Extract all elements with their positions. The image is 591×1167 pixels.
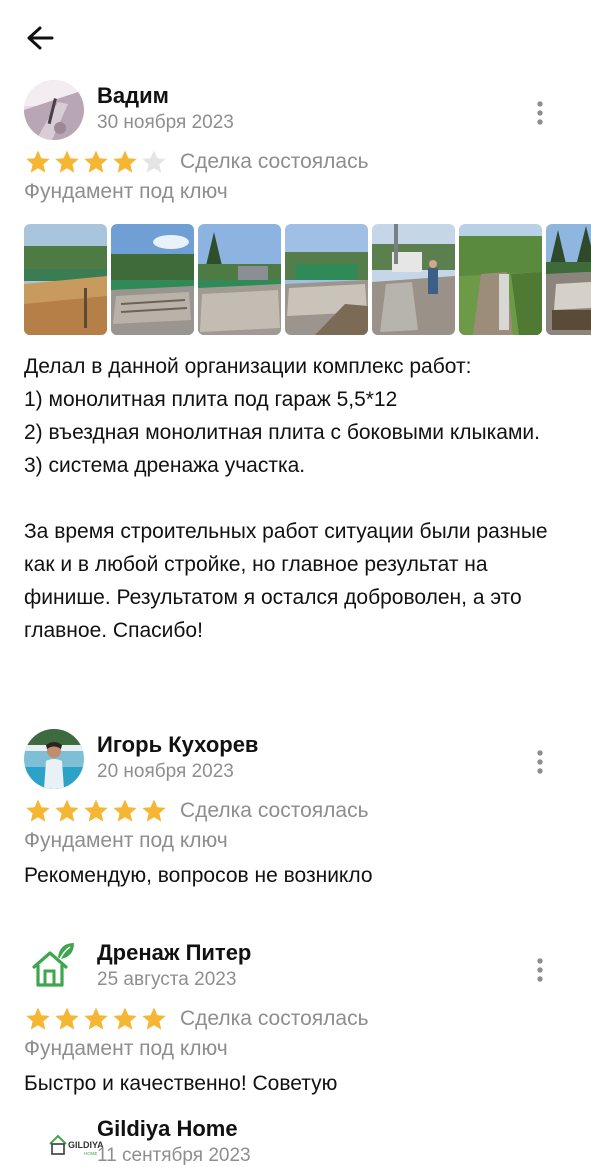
review-date: 20 ноября 2023	[97, 761, 234, 782]
star-filled-icon	[26, 150, 50, 173]
service-name: Фундамент под ключ	[24, 829, 228, 852]
avatar[interactable]	[24, 80, 84, 140]
deal-status: Сделка состоялась	[180, 150, 369, 173]
review-photo[interactable]	[198, 224, 281, 335]
author-name[interactable]: Игорь Кухорев	[97, 732, 258, 758]
photo-gallery[interactable]	[24, 224, 591, 335]
review-photo[interactable]	[24, 224, 107, 335]
star-filled-icon	[55, 1007, 79, 1030]
review-photo[interactable]	[546, 224, 591, 335]
arrow-left-icon	[27, 26, 54, 50]
more-vertical-icon	[537, 750, 543, 774]
deal-status: Сделка состоялась	[180, 1007, 369, 1030]
author-name[interactable]: Gildiya Home	[97, 1116, 238, 1142]
author-name[interactable]: Дренаж Питер	[97, 940, 251, 966]
star-filled-icon	[55, 150, 79, 173]
review-date: 25 августа 2023	[97, 969, 237, 990]
star-filled-icon	[142, 799, 166, 822]
rating-row: Сделка состоялась	[24, 148, 369, 176]
star-filled-icon	[113, 1007, 137, 1030]
star-filled-icon	[26, 799, 50, 822]
review-photo[interactable]	[459, 224, 542, 335]
more-options-button[interactable]	[523, 96, 557, 130]
avatar[interactable]	[24, 729, 84, 789]
star-filled-icon	[113, 799, 137, 822]
review-date: 30 ноября 2023	[97, 112, 234, 133]
star-filled-icon	[84, 799, 108, 822]
star-filled-icon	[113, 150, 137, 173]
service-name: Фундамент под ключ	[24, 1037, 228, 1060]
star-filled-icon	[142, 1007, 166, 1030]
review-photo[interactable]	[372, 224, 455, 335]
more-options-button[interactable]	[523, 745, 557, 779]
star-rating	[24, 148, 168, 176]
review-text: Рекомендую, вопросов не возникло	[24, 864, 373, 887]
deal-status: Сделка состоялась	[180, 799, 369, 822]
review-photo[interactable]	[285, 224, 368, 335]
avatar[interactable]	[24, 937, 84, 997]
rating-row: Сделка состоялась	[24, 797, 369, 825]
more-vertical-icon	[537, 101, 543, 125]
star-rating	[24, 1005, 168, 1033]
star-empty-icon	[142, 150, 166, 173]
service-name: Фундамент под ключ	[24, 180, 228, 203]
more-options-button[interactable]	[523, 953, 557, 987]
review-date: 11 сентября 2023	[97, 1145, 251, 1166]
rating-row: Сделка состоялась	[24, 1005, 369, 1033]
eco-house-icon	[24, 937, 84, 997]
star-filled-icon	[55, 799, 79, 822]
star-filled-icon	[84, 150, 108, 173]
author-name[interactable]: Вадим	[97, 83, 169, 109]
logo-subtext: HOME	[84, 1151, 98, 1156]
back-button[interactable]	[22, 22, 60, 54]
star-filled-icon	[26, 1007, 50, 1030]
review-text: Быстро и качественно! Советую	[24, 1072, 338, 1095]
star-filled-icon	[84, 1007, 108, 1030]
review-photo[interactable]	[111, 224, 194, 335]
review-text: Делал в данной организации комплекс рабо…	[24, 355, 548, 642]
star-rating	[24, 797, 168, 825]
more-vertical-icon	[537, 958, 543, 982]
